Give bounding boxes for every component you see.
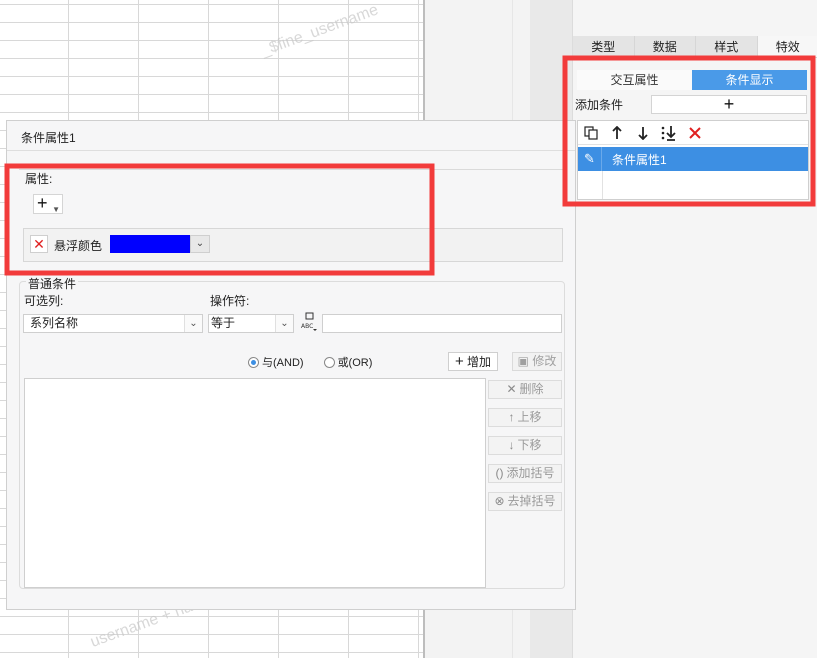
grid-row-line <box>0 94 423 95</box>
delete-button[interactable]: ✕ 删除 <box>488 380 562 399</box>
grid-row-line <box>0 634 423 635</box>
edit-button-label: 修改 <box>532 354 557 368</box>
chevron-down-icon: ⌄ <box>184 315 202 332</box>
list-divider <box>602 171 603 199</box>
normal-condition-label: 普通条件 <box>26 275 79 292</box>
radio-and[interactable]: 与(AND) <box>248 354 304 370</box>
dialog-title: 条件属性1 <box>21 131 76 145</box>
column-select[interactable]: 系列名称 ⌄ <box>23 314 203 333</box>
subtab-interaction[interactable]: 交互属性 <box>577 70 692 90</box>
column-label: 可选列: <box>24 294 64 308</box>
condition-item-selected[interactable]: ✎ 条件属性1 <box>578 147 808 171</box>
operator-select[interactable]: 等于 ⌄ <box>208 314 294 333</box>
move-down-button[interactable]: ↓ 下移 <box>488 436 562 455</box>
add-condition-label: 添加条件 <box>575 97 624 112</box>
properties-group: 属性: + ▼ ✕ 悬浮颜色 ⌄ <box>19 169 563 263</box>
grid-row-line <box>0 58 423 59</box>
property-name: 悬浮颜色 <box>54 239 103 253</box>
add-bracket-button-label: 添加括号 <box>506 466 555 480</box>
condition-toolbar <box>578 121 808 145</box>
radio-or[interactable]: 或(OR) <box>323 354 373 370</box>
arrow-up-icon: ↑ <box>508 410 515 424</box>
edit-icon: ▣ <box>517 354 529 368</box>
operator-select-value: 等于 <box>211 316 236 330</box>
arrow-up-icon[interactable] <box>608 124 626 142</box>
property-row: ✕ 悬浮颜色 ⌄ <box>23 228 563 262</box>
delete-icon: ✕ <box>506 382 517 396</box>
arrow-down-icon: ↓ <box>508 438 515 452</box>
panel-tabs: 类型 数据 样式 特效 <box>573 36 817 58</box>
bracket-icon: () <box>495 466 504 480</box>
condition-list-box: ✎ 条件属性1 <box>577 120 809 200</box>
move-up-button-label: 上移 <box>517 410 542 424</box>
copy-icon[interactable] <box>582 124 600 142</box>
color-swatch[interactable] <box>110 235 190 253</box>
remove-bracket-button[interactable]: ⊗ 去掉括号 <box>488 492 562 511</box>
right-property-panel: 类型 数据 样式 特效 交互属性 条件显示 添加条件 + ✎ 条件属性1 <box>572 0 817 658</box>
grid-row-line <box>0 616 423 617</box>
svg-text:ABC: ABC <box>301 323 313 330</box>
remove-property-icon[interactable]: ✕ <box>30 235 48 253</box>
add-button[interactable]: + 增加 <box>448 352 498 371</box>
move-bottom-icon[interactable] <box>660 124 678 142</box>
remove-bracket-button-label: 去掉括号 <box>507 494 556 508</box>
tab-style[interactable]: 样式 <box>696 36 758 57</box>
title-divider <box>7 150 575 151</box>
tab-type[interactable]: 类型 <box>573 36 635 57</box>
operator-label: 操作符: <box>210 294 250 308</box>
column-select-value: 系列名称 <box>30 316 79 330</box>
radio-or-dot[interactable] <box>323 356 335 368</box>
condition-expression-list[interactable] <box>24 378 486 588</box>
radio-or-label: 或(OR) <box>337 357 373 369</box>
delete-icon[interactable] <box>686 124 704 142</box>
move-up-button[interactable]: ↑ 上移 <box>488 408 562 427</box>
grid-row-line <box>0 112 423 113</box>
value-input[interactable] <box>322 314 562 333</box>
delete-button-label: 删除 <box>519 382 544 396</box>
chevron-down-icon[interactable]: ⌄ <box>190 235 210 253</box>
plus-icon: + <box>454 353 464 370</box>
remove-bracket-icon: ⊗ <box>494 494 505 508</box>
add-property-button[interactable]: + ▼ <box>33 194 63 214</box>
radio-and-label: 与(AND) <box>262 357 304 369</box>
radio-and-dot[interactable] <box>248 356 259 368</box>
add-condition-button[interactable]: + <box>651 94 807 114</box>
properties-label: 属性: <box>25 170 55 187</box>
tab-effects[interactable]: 特效 <box>757 36 817 57</box>
add-condition-row: 添加条件 + <box>575 94 811 114</box>
arrow-down-icon[interactable] <box>634 124 652 142</box>
edit-pencil-icon[interactable]: ✎ <box>578 147 602 171</box>
grid-row-line <box>0 652 423 653</box>
condition-property-dialog: 条件属性1 属性: + ▼ ✕ 悬浮颜色 ⌄ 普通条件 可选列: 操作符: 系列名… <box>6 120 576 610</box>
add-button-label: 增加 <box>467 355 492 369</box>
logic-radio-group: 与(AND) 或(OR) <box>248 354 372 370</box>
edit-button[interactable]: ▣ 修改 <box>512 352 562 371</box>
subtab-conditional-display[interactable]: 条件显示 <box>692 70 807 90</box>
grid-row-line <box>0 76 423 77</box>
effects-subtabs: 交互属性 条件显示 <box>577 70 807 90</box>
chevron-down-icon: ⌄ <box>275 315 293 332</box>
normal-condition-group: 普通条件 可选列: 操作符: 系列名称 ⌄ 等于 ⌄ ABC 与(AND) 或(… <box>19 275 565 589</box>
grid-row-line <box>0 4 423 5</box>
tab-data[interactable]: 数据 <box>635 36 696 57</box>
value-type-icon[interactable]: ABC <box>299 312 319 334</box>
plus-icon: + <box>37 193 48 213</box>
caret-down-icon: ▼ <box>52 205 60 214</box>
add-bracket-button[interactable]: () 添加括号 <box>488 464 562 483</box>
condition-item-label: 条件属性1 <box>612 152 667 167</box>
grid-row-line <box>0 40 423 41</box>
move-down-button-label: 下移 <box>517 438 542 452</box>
